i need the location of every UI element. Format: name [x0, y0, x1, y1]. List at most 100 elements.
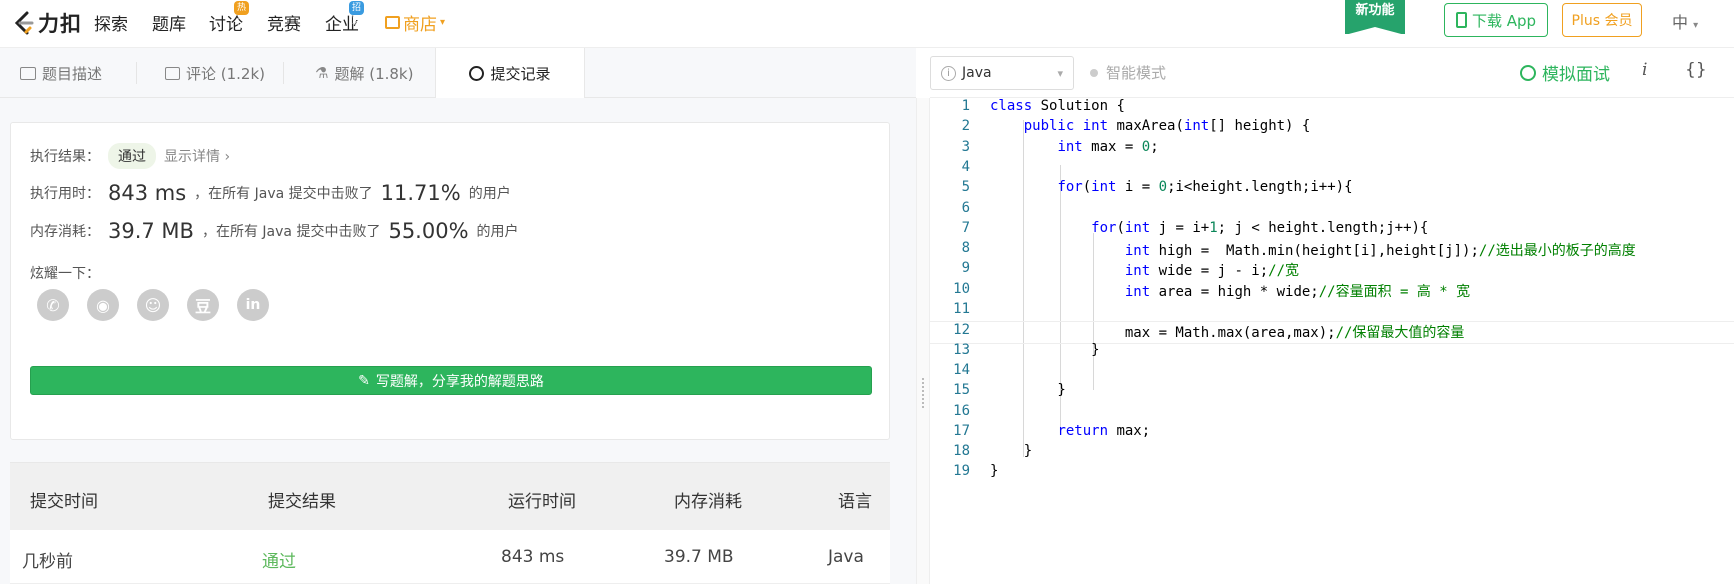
tab-description[interactable]: 题目描述 [20, 48, 102, 98]
code-text: } [990, 341, 1100, 358]
table-header: 提交时间 提交结果 运行时间 内存消耗 语言 [10, 462, 890, 530]
pencil-icon: ✎ [358, 372, 370, 389]
flask-icon: ⚗ [315, 64, 329, 82]
code-line[interactable]: 16 [930, 403, 1734, 426]
nav-enterprise[interactable]: 企业 招聘 [325, 1, 365, 35]
code-line[interactable]: 19} [930, 463, 1734, 486]
code-text: max = Math.max(area,max);//保留最大值的容量 [990, 325, 1465, 342]
chevron-down-icon: ▾ [1693, 20, 1699, 31]
runtime-tail: 的用户 [468, 186, 511, 202]
runtime-beats-text: ，在所有 Java 提交中击败了 [194, 186, 373, 202]
chevron-down-icon: ▾ [440, 17, 446, 28]
code-line[interactable]: 8 int high = Math.min(height[i],height[j… [930, 240, 1734, 263]
exec-result-label: 执行结果： [30, 149, 100, 165]
nav-explore[interactable]: 探索 [94, 10, 128, 35]
cell-memory: 39.7 MB [664, 547, 734, 567]
runtime-percentile: 11.71% [380, 181, 461, 205]
code-line[interactable]: 18 } [930, 443, 1734, 466]
tab-submissions[interactable]: 提交记录 [435, 48, 585, 99]
code-line[interactable]: 17 return max; [930, 423, 1734, 446]
code-line[interactable]: 9 int wide = j - i;//宽 [930, 260, 1734, 283]
phone-icon [1455, 12, 1467, 28]
line-number: 14 [953, 361, 970, 378]
header-runtime: 运行时间 [508, 492, 576, 512]
code-line[interactable]: 14 [930, 362, 1734, 385]
show-details-link[interactable]: 显示详情 › [164, 146, 230, 166]
line-number: 13 [953, 341, 970, 358]
cell-result-link[interactable]: 通过 [262, 547, 296, 572]
code-text: } [990, 382, 1066, 399]
table-row[interactable]: 几秒前 通过 843 ms 39.7 MB Java [10, 530, 890, 584]
write-solution-button[interactable]: ✎ 写题解，分享我的解题思路 [30, 366, 872, 395]
drag-grip-icon [922, 378, 924, 408]
line-number: 6 [961, 199, 970, 216]
nav-problems[interactable]: 题库 [152, 10, 186, 35]
clock-icon [469, 66, 485, 81]
code-text: int max = 0; [1057, 138, 1159, 155]
smart-mode-toggle[interactable]: 智能模式 [1090, 62, 1166, 83]
tab-divider [136, 62, 137, 84]
format-code-button[interactable]: {} [1685, 60, 1707, 80]
code-editor[interactable]: 1 class Solution {2 public int maxArea(in… [930, 98, 1734, 584]
top-navigation: 力扣 探索 题库 讨论 热门 竞赛 企业 招聘 商店 ▾ 新功能 下载 App … [0, 0, 1734, 48]
line-number: 7 [961, 219, 970, 236]
qq-icon[interactable]: ☺ [137, 289, 169, 321]
submissions-table: 提交时间 提交结果 运行时间 内存消耗 语言 几秒前 通过 843 ms 39.… [10, 462, 890, 584]
plus-member-button[interactable]: Plus 会员 [1562, 3, 1642, 37]
comment-icon [165, 66, 180, 80]
line-number: 18 [953, 443, 970, 460]
leetcode-logo[interactable]: 力扣 [8, 8, 98, 38]
download-app-button[interactable]: 下载 App [1444, 3, 1548, 37]
code-text: int high = Math.min(height[i],height[j])… [1124, 243, 1636, 260]
line-number: 11 [953, 301, 970, 317]
code-line[interactable]: 10 int area = high * wide;//容量面积 = 高 * 宽 [930, 281, 1734, 304]
line-number: 17 [953, 422, 970, 439]
language-select[interactable]: i Java ▾ [930, 56, 1074, 90]
linkedin-icon[interactable]: in [237, 289, 269, 321]
language-switch[interactable]: 中 ▾ [1672, 9, 1698, 33]
panel-resize-handle[interactable] [916, 98, 930, 584]
code-line[interactable]: 6 [930, 200, 1734, 223]
mock-interview-button[interactable]: 模拟面试 [1520, 60, 1610, 85]
nav-contest[interactable]: 竞赛 [267, 10, 301, 35]
code-line[interactable]: 1 class Solution { [930, 98, 1734, 121]
new-feature-ribbon[interactable]: 新功能 [1345, 0, 1405, 35]
line-number: 9 [961, 260, 970, 277]
store-icon [385, 16, 400, 29]
header-memory: 内存消耗 [674, 492, 742, 512]
memory-beats-text: ，在所有 Java 提交中击败了 [201, 224, 381, 240]
weibo-icon[interactable]: ◉ [87, 289, 119, 321]
douban-icon[interactable]: 豆 [187, 289, 219, 321]
code-text: } [990, 463, 999, 480]
nav-store[interactable]: 商店 ▾ [385, 10, 445, 35]
wechat-icon[interactable]: ✆ [37, 289, 69, 321]
line-number: 12 [953, 322, 970, 339]
line-number: 2 [961, 118, 970, 135]
code-line[interactable]: 5 for(int i = 0;i<height.length;i++){ [930, 179, 1734, 202]
code-line[interactable]: 4 [930, 159, 1734, 182]
nav-discuss[interactable]: 讨论 热门 [209, 1, 250, 35]
code-text: for(int j = i+1; j < height.length;j++){ [1091, 219, 1429, 236]
cell-runtime: 843 ms [501, 547, 565, 567]
code-line[interactable]: 13 } [930, 342, 1734, 365]
tab-comments[interactable]: 评论 (1.2k) [165, 48, 265, 98]
problem-tabs: 题目描述 评论 (1.2k) ⚗ 题解 (1.8k) 提交记录 [0, 48, 916, 99]
code-line[interactable]: 7 for(int j = i+1; j < height.length;j++… [930, 220, 1734, 243]
code-line[interactable]: 15 } [930, 382, 1734, 405]
info-button[interactable]: i [1642, 60, 1647, 80]
memory-row: 内存消耗： 39.7 MB ，在所有 Java 提交中击败了 55.00% 的用… [30, 219, 519, 243]
exec-result-row: 执行结果： 通过 显示详情 › [30, 143, 230, 169]
header-submit-time: 提交时间 [30, 492, 98, 512]
code-line[interactable]: 3 int max = 0; [930, 139, 1734, 162]
line-number: 19 [953, 463, 970, 480]
line-number: 1 [961, 98, 970, 114]
code-line[interactable]: 12 max = Math.max(area,max);//保留最大值的容量 [930, 321, 1734, 344]
runtime-row: 执行用时： 843 ms ，在所有 Java 提交中击败了 11.71% 的用户 [30, 181, 511, 205]
code-line[interactable]: 11 [930, 301, 1734, 324]
header-submit-result: 提交结果 [268, 492, 336, 512]
line-number: 4 [961, 158, 970, 175]
code-text: int wide = j - i;//宽 [1124, 263, 1300, 280]
code-text: return max; [1057, 422, 1151, 439]
tab-solutions[interactable]: ⚗ 题解 (1.8k) [315, 48, 413, 98]
code-line[interactable]: 2 public int maxArea(int[] height) { [930, 118, 1734, 141]
